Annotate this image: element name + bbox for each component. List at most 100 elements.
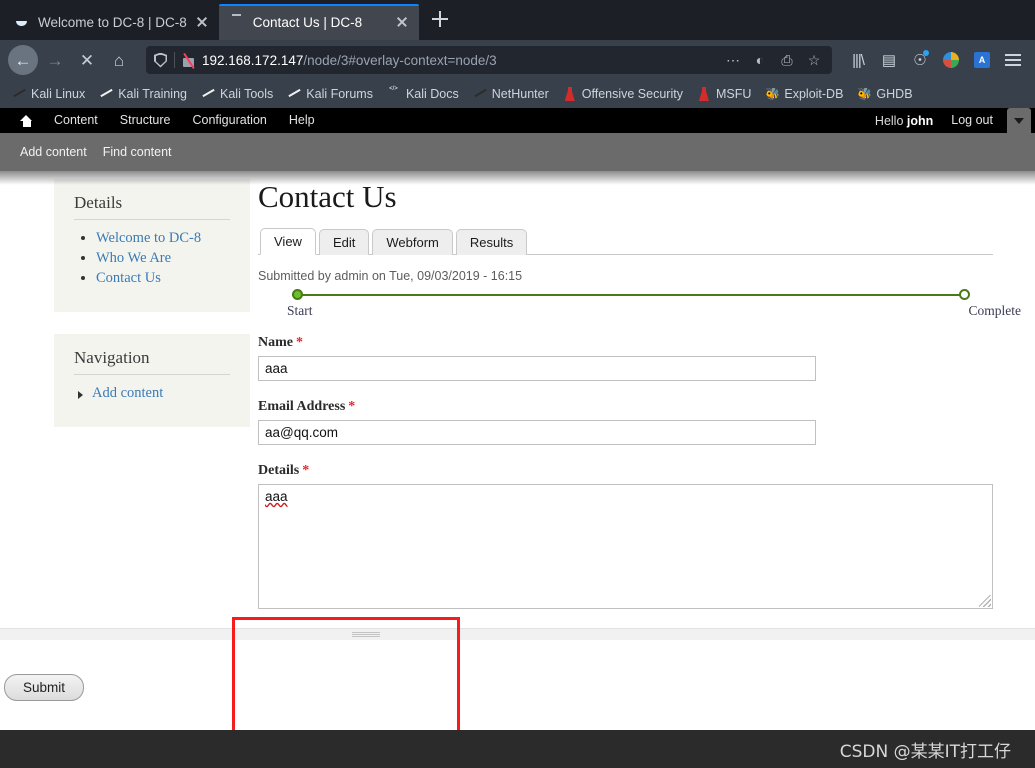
- kali-dragon-red-icon: [473, 87, 487, 101]
- label-text: Name: [258, 335, 293, 350]
- toolbar-item-help[interactable]: Help: [278, 108, 326, 133]
- logout-link[interactable]: Log out: [943, 108, 1001, 133]
- progress-line: [292, 294, 965, 296]
- sidebar-block-navigation: Navigation Add content: [54, 334, 250, 427]
- menu-icon[interactable]: [999, 46, 1027, 74]
- kali-dragon-blue-icon: [201, 87, 215, 101]
- new-tab-button[interactable]: [425, 4, 455, 34]
- browser-tab-title: Welcome to DC-8 | DC-8: [38, 14, 187, 30]
- email-input[interactable]: [258, 420, 816, 445]
- sidebar-link-add-content[interactable]: Add content: [92, 385, 163, 401]
- field-label-details: Details *: [258, 463, 993, 479]
- url-host: 192.168.172.147: [202, 52, 304, 68]
- bookmark-label: Kali Linux: [31, 87, 86, 101]
- bookmark-exploit-db[interactable]: 🐝 Exploit-DB: [759, 85, 849, 103]
- bookmark-star-icon[interactable]: ☆: [804, 50, 824, 70]
- bookmark-kali-linux[interactable]: Kali Linux: [6, 85, 91, 103]
- sidebar-icon[interactable]: ▤: [875, 46, 903, 74]
- bookmark-label: Offensive Security: [581, 87, 683, 101]
- back-button[interactable]: ←: [8, 45, 38, 75]
- browser-tab-contact-us[interactable]: Contact Us | DC-8: [218, 4, 419, 40]
- name-input[interactable]: [258, 356, 816, 381]
- browser-tab-title: Contact Us | DC-8: [252, 14, 363, 30]
- sidebar-navigation-list: Add content: [74, 385, 230, 402]
- home-button[interactable]: ⌂: [104, 45, 134, 75]
- tab-webform[interactable]: Webform: [372, 229, 453, 255]
- list-item: Add content: [78, 385, 230, 402]
- watermark-text: CSDN @某某IT打工仔: [839, 741, 1011, 762]
- browser-tab-welcome[interactable]: Welcome to DC-8 | DC-8: [4, 4, 219, 40]
- scrollbar-thumb[interactable]: [352, 632, 380, 638]
- shortcut-find-content[interactable]: Find content: [95, 145, 180, 159]
- shield-icon[interactable]: [154, 52, 167, 68]
- bookmark-label: GHDB: [876, 87, 913, 101]
- progress-track: [292, 289, 970, 301]
- forward-button[interactable]: →: [40, 45, 70, 75]
- bookmark-kali-docs[interactable]: Kali Docs: [381, 85, 465, 103]
- toolbar-item-structure[interactable]: Structure: [109, 108, 182, 133]
- required-marker: *: [296, 335, 303, 350]
- sidebar-block-title: Navigation: [74, 348, 150, 367]
- tab-results[interactable]: Results: [455, 229, 528, 255]
- resize-grip-icon[interactable]: [979, 595, 991, 607]
- flask-red-icon: [697, 87, 711, 101]
- pocket-icon[interactable]: ◐: [750, 50, 770, 70]
- field-name: Name *: [258, 335, 993, 381]
- sidebar-block-title: Details: [74, 193, 123, 212]
- greeting-text: Hello john: [865, 114, 943, 128]
- bookmark-kali-training[interactable]: Kali Training: [93, 85, 193, 103]
- divider: [174, 52, 175, 68]
- sidebar-link-contact-us[interactable]: Contact Us: [96, 270, 161, 286]
- kali-dragon-blue-icon: [99, 87, 113, 101]
- main-content: Contact Us View Edit Webform Results Sub…: [250, 171, 1035, 627]
- bookmark-offensive-security[interactable]: Offensive Security: [557, 85, 689, 103]
- close-icon[interactable]: [395, 15, 409, 29]
- insecure-lock-icon[interactable]: [182, 53, 195, 68]
- translate-icon[interactable]: ⎙: [777, 50, 797, 70]
- stop-loading-button[interactable]: ✕: [72, 45, 102, 75]
- bookmark-kali-forums[interactable]: Kali Forums: [281, 85, 379, 103]
- book-red-icon: [387, 87, 401, 101]
- translate-page-icon[interactable]: A: [968, 46, 996, 74]
- account-icon[interactable]: ☉: [906, 46, 934, 74]
- pocket-circle-icon[interactable]: [937, 46, 965, 74]
- toolbar-home-link[interactable]: [10, 114, 43, 127]
- label-text: Email Address: [258, 399, 346, 414]
- sidebar-link-welcome[interactable]: Welcome to DC-8: [96, 230, 201, 246]
- toolbar-item-configuration[interactable]: Configuration: [182, 108, 278, 133]
- toolbar-item-content[interactable]: Content: [43, 108, 109, 133]
- field-email: Email Address *: [258, 399, 993, 445]
- horizontal-scrollbar[interactable]: [0, 628, 1035, 640]
- required-marker: *: [348, 399, 356, 414]
- kali-dragon-blue-icon: [287, 87, 301, 101]
- address-bar[interactable]: 192.168.172.147/node/3#overlay-context=n…: [146, 46, 832, 74]
- bookmarks-bar: Kali Linux Kali Training Kali Tools Kali…: [0, 80, 1035, 108]
- bookmark-label: Exploit-DB: [784, 87, 844, 101]
- library-icon[interactable]: |||\: [844, 46, 872, 74]
- bookmark-nethunter[interactable]: NetHunter: [467, 85, 555, 103]
- submit-button[interactable]: Submit: [4, 674, 85, 701]
- browser-tab-strip: Welcome to DC-8 | DC-8 Contact Us | DC-8: [0, 0, 1035, 40]
- flask-red-icon: [563, 87, 577, 101]
- field-label-email: Email Address *: [258, 399, 993, 415]
- bookmark-label: Kali Tools: [220, 87, 274, 101]
- bookmark-msfu[interactable]: MSFU: [691, 85, 757, 103]
- page-title: Contact Us: [258, 179, 397, 214]
- tab-edit[interactable]: Edit: [318, 229, 370, 255]
- details-textarea[interactable]: [258, 484, 993, 609]
- sidebar-link-who-we-are[interactable]: Who We Are: [96, 250, 171, 266]
- close-icon[interactable]: [195, 15, 209, 29]
- progress-label-complete: Complete: [968, 303, 1022, 318]
- bug-icon: 🐝: [765, 87, 781, 101]
- bookmark-ghdb[interactable]: 🐝 GHDB: [851, 85, 918, 103]
- greeting-prefix: Hello: [874, 113, 907, 128]
- sidebar-details-list: Welcome to DC-8 Who We Are Contact Us: [74, 230, 230, 287]
- list-item: Welcome to DC-8: [96, 230, 230, 247]
- bookmark-label: Kali Training: [118, 87, 187, 101]
- tab-view[interactable]: View: [260, 228, 316, 255]
- page-actions-icon[interactable]: ⋯: [723, 50, 743, 70]
- bookmark-label: MSFU: [715, 87, 752, 101]
- shortcut-add-content[interactable]: Add content: [12, 145, 95, 159]
- bookmark-kali-tools[interactable]: Kali Tools: [195, 85, 279, 103]
- toolbar-drawer-toggle[interactable]: [1007, 108, 1031, 133]
